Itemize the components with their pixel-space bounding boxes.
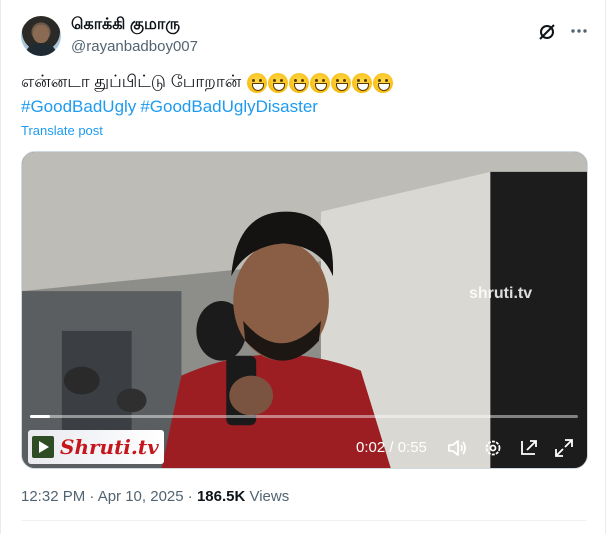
grinning-emoji-icon [373, 73, 394, 93]
avatar-face [33, 25, 49, 43]
author-handle[interactable]: @rayanbadboy007 [71, 38, 198, 55]
video-player[interactable]: shruti.tv Shruti.tv 0:02 / 0:55 [21, 151, 588, 469]
grinning-emoji-icon [268, 73, 289, 93]
grinning-emoji-icon [289, 73, 310, 93]
hashtag-link[interactable]: #GoodBadUglyDisaster [140, 97, 318, 116]
avatar[interactable] [21, 16, 61, 56]
grinning-emoji-icon [310, 73, 331, 93]
views-count: 186.5K [196, 488, 246, 505]
author-name[interactable]: கொக்கி குமாரு [71, 15, 180, 35]
grok-icon[interactable] [537, 22, 557, 42]
play-icon[interactable] [32, 436, 54, 458]
tweet-text: என்னடா துப்பிட்டு போறான் [21, 72, 394, 94]
grinning-emoji-icon [352, 73, 373, 93]
grinning-emoji-icon [331, 73, 352, 93]
tweet-card: கொக்கி குமாரு @rayanbadboy007 என்னடா துப… [0, 0, 606, 534]
video-watermark: shruti.tv [469, 285, 533, 302]
hashtags: #GoodBadUgly #GoodBadUglyDisaster [21, 97, 322, 117]
video-progress-fill [30, 415, 50, 418]
tweet-meta: 12:32 PM · Apr 10, 2025 · 186.5K Views [21, 488, 289, 505]
grinning-emoji-icon [247, 73, 268, 93]
video-time: 0:02 / 0:55 [356, 439, 427, 456]
tweet-timestamp[interactable]: 12:32 PM · Apr 10, 2025 · [21, 488, 197, 505]
video-frame [22, 152, 587, 468]
translate-link[interactable]: Translate post [21, 123, 103, 138]
views-label: Views [245, 488, 290, 505]
more-icon[interactable] [569, 21, 589, 41]
pip-icon[interactable] [518, 437, 540, 459]
tweet-body: என்னடா துப்பிட்டு போறான் [21, 72, 242, 91]
avatar-shirt [26, 44, 56, 56]
divider [21, 520, 587, 521]
hashtag-link[interactable]: #GoodBadUgly [21, 97, 136, 116]
settings-icon[interactable] [482, 437, 504, 459]
channel-logo-text: Shruti.tv [60, 435, 159, 459]
channel-logo: Shruti.tv [28, 430, 164, 464]
volume-icon[interactable] [446, 437, 468, 459]
video-progress-bar[interactable] [30, 415, 578, 418]
emoji-row [247, 73, 394, 93]
fullscreen-icon[interactable] [553, 437, 575, 459]
